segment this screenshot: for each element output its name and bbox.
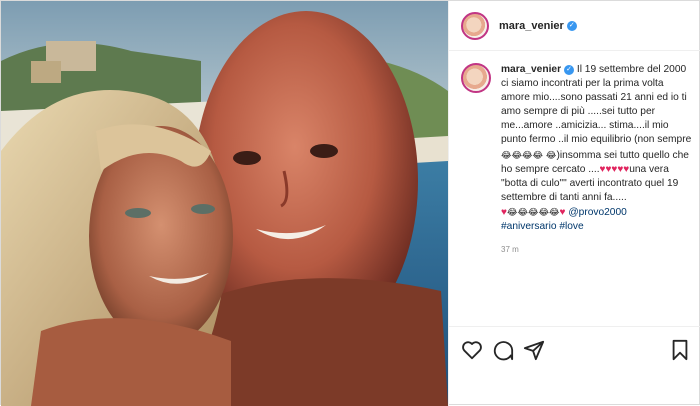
hashtags[interactable]: #aniversario #love	[501, 221, 584, 232]
laughing-emoji-icon-single: 😂	[545, 149, 557, 160]
bookmark-icon	[672, 339, 688, 361]
avatar[interactable]	[461, 11, 489, 40]
mention-link[interactable]: @provo2000	[568, 207, 627, 218]
red-heart-end-icon: ♥	[559, 206, 566, 218]
heart-icon	[462, 341, 482, 360]
post-photo[interactable]	[1, 1, 448, 406]
selfie-image	[1, 1, 448, 406]
comment-button[interactable]	[492, 339, 514, 361]
caption-part-1: Il 19 settembre del 2000 ci siamo incont…	[501, 64, 692, 146]
caption-avatar[interactable]	[461, 63, 491, 93]
like-button[interactable]	[461, 339, 483, 361]
action-bar	[449, 326, 700, 372]
laughing-emoji-row-icon: 😂😂😂😂😂	[506, 206, 560, 217]
red-hearts-icon: ♥♥♥♥♥	[599, 163, 630, 175]
post-header: mara_venier ✓	[449, 1, 700, 51]
post-side-panel: mara_venier ✓ mara_venier ✓ Il 19 settemb…	[448, 1, 700, 406]
laughing-emoji-icon: 😂😂😂😂	[501, 149, 544, 160]
caption-text: mara_venier ✓ Il 19 settembre del 2000 ci…	[501, 63, 692, 257]
instagram-post: mara_venier ✓ mara_venier ✓ Il 19 settemb…	[0, 0, 700, 406]
comment-icon	[493, 341, 514, 361]
post-timestamp[interactable]: 37 m	[501, 243, 692, 257]
share-button[interactable]	[523, 339, 545, 361]
caption-block: mara_venier ✓ Il 19 settembre del 2000 ci…	[449, 63, 700, 257]
header-username[interactable]: mara_venier	[499, 20, 564, 32]
save-button[interactable]	[669, 339, 691, 361]
caption-verified-badge-icon: ✓	[564, 65, 575, 75]
verified-badge-icon: ✓	[566, 20, 577, 31]
caption-username[interactable]: mara_venier	[501, 64, 561, 75]
share-icon	[523, 340, 545, 361]
